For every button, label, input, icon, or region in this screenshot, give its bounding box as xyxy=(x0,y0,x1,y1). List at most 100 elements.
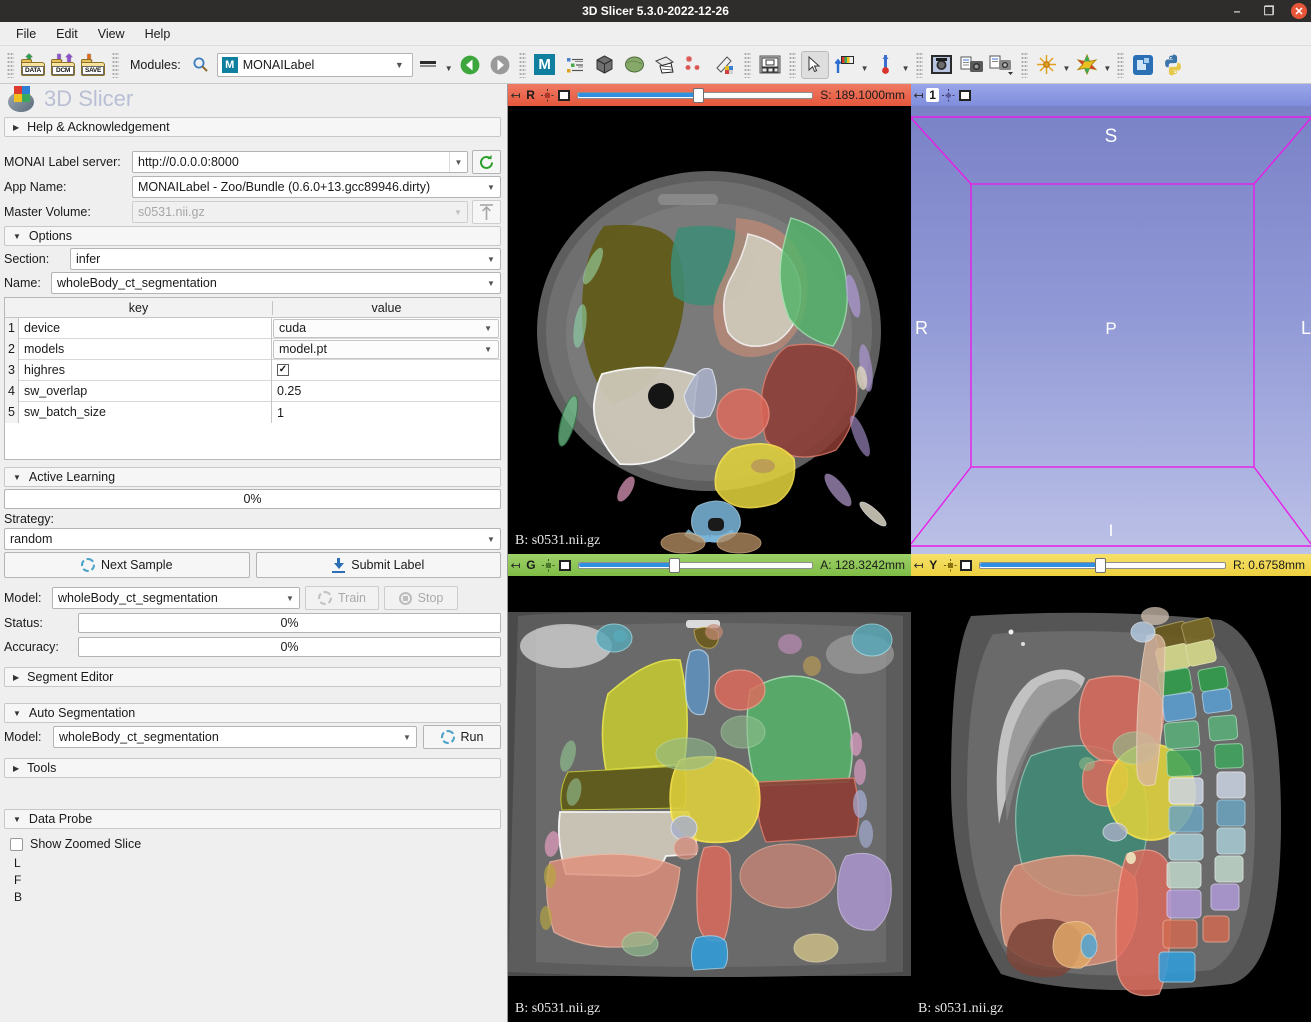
toolbar-grip-4[interactable] xyxy=(743,51,751,78)
name-select[interactable]: wholeBody_ct_segmentation ▼ xyxy=(51,272,501,294)
module-previous-button[interactable] xyxy=(456,51,484,79)
monai-label-icon[interactable]: M xyxy=(531,51,559,79)
chevron-down-icon[interactable]: ▼ xyxy=(482,249,500,269)
close-button[interactable]: ✕ xyxy=(1291,3,1307,19)
slice-view-yellow[interactable]: ↤ Y R: 0.6758mm B: s0531.nii.gz xyxy=(911,554,1311,1022)
toolbar-grip-5[interactable] xyxy=(788,51,796,78)
row-value-checkbox-cell[interactable]: ✓ xyxy=(272,360,500,381)
transforms-icon[interactable] xyxy=(651,51,679,79)
color-icon[interactable] xyxy=(1073,51,1101,79)
color-chevron-icon[interactable]: ▼ xyxy=(1103,64,1111,73)
axial-ct-image[interactable]: B: s0531.nii.gz xyxy=(508,106,911,554)
crosshair-chevron-icon[interactable]: ▼ xyxy=(902,64,910,73)
maximize-button[interactable]: ❐ xyxy=(1259,1,1279,21)
coronal-ct-image[interactable]: B: s0531.nii.gz xyxy=(508,576,911,1022)
slice-view-red[interactable]: ↤ R S: 189.1000mm B: s0531.nii.gz xyxy=(508,84,911,554)
refresh-server-button[interactable] xyxy=(472,150,501,174)
reticle-icon[interactable] xyxy=(943,558,957,572)
module-history-button[interactable] xyxy=(415,51,443,79)
sagittal-ct-image[interactable]: B: s0531.nii.gz xyxy=(911,576,1311,1022)
row-value[interactable]: 1 xyxy=(272,402,500,423)
pin-icon[interactable]: ↤ xyxy=(511,559,521,572)
chevron-down-icon[interactable]: ▼ xyxy=(449,202,467,222)
layout-icon[interactable] xyxy=(756,51,784,79)
row-value[interactable]: 0.25 xyxy=(272,381,500,402)
stop-button[interactable]: Stop xyxy=(384,586,458,610)
capture-icon[interactable] xyxy=(928,51,956,79)
section-active-learning[interactable]: ▼ Active Learning xyxy=(4,467,501,487)
menu-help[interactable]: Help xyxy=(135,25,181,43)
train-model-select[interactable]: wholeBody_ct_segmentation ▼ xyxy=(52,587,300,609)
pin-icon[interactable]: ↤ xyxy=(511,89,521,102)
table-row[interactable]: 5 sw_batch_size 1 xyxy=(5,402,500,423)
module-history-chevron-icon[interactable]: ▼ xyxy=(445,64,453,73)
highres-checkbox[interactable]: ✓ xyxy=(277,364,289,376)
app-name-select[interactable]: MONAILabel - Zoo/Bundle (0.6.0+13.gcc899… xyxy=(132,176,501,198)
chevron-down-icon[interactable]: ▼ xyxy=(482,177,500,197)
maximize-view-icon[interactable] xyxy=(557,89,570,101)
section-tools[interactable]: ▶ Tools xyxy=(4,758,501,778)
auto-model-select[interactable]: wholeBody_ct_segmentation ▼ xyxy=(53,726,417,748)
slice-slider-green[interactable] xyxy=(577,557,814,573)
next-sample-button[interactable]: Next Sample xyxy=(4,552,250,578)
section-options[interactable]: ▼ Options xyxy=(4,226,501,246)
toolbar-grip-2[interactable] xyxy=(112,51,119,78)
python-console-icon[interactable] xyxy=(1159,51,1187,79)
show-zoomed-slice-row[interactable]: Show Zoomed Slice xyxy=(10,837,501,851)
menu-file[interactable]: File xyxy=(6,25,46,43)
annotations-icon[interactable] xyxy=(711,51,739,79)
table-row[interactable]: 1 device cuda ▼ xyxy=(5,317,500,339)
toolbar-grip-8[interactable] xyxy=(1117,51,1125,78)
table-row[interactable]: 3 highres ✓ xyxy=(5,359,500,381)
reticle-icon[interactable] xyxy=(942,88,956,102)
chevron-down-icon[interactable]: ▼ xyxy=(482,273,500,293)
load-dicom-button[interactable]: ⬇⬆ DCM xyxy=(49,51,77,79)
chevron-down-icon[interactable]: ▼ xyxy=(482,529,500,549)
chevron-down-icon[interactable]: ▼ xyxy=(484,324,498,333)
table-row[interactable]: 4 sw_overlap 0.25 xyxy=(5,380,500,402)
row-value-combo[interactable]: cuda ▼ xyxy=(273,318,499,338)
threed-render-area[interactable]: S P I R L xyxy=(911,106,1311,554)
strategy-select[interactable]: random ▼ xyxy=(4,528,501,550)
menu-edit[interactable]: Edit xyxy=(46,25,88,43)
slice-view-green[interactable]: ↤ G A: 128.3242mm B: s0531.nii.gz xyxy=(508,554,911,1022)
slice-slider-yellow[interactable] xyxy=(979,557,1226,573)
maximize-view-icon[interactable] xyxy=(960,559,973,571)
fiducial-chevron-icon[interactable]: ▼ xyxy=(1063,64,1071,73)
screenshot-icon[interactable] xyxy=(958,51,986,79)
toolbar-grip-6[interactable] xyxy=(915,51,923,78)
reticle-icon[interactable] xyxy=(542,558,556,572)
module-next-button[interactable] xyxy=(486,51,514,79)
minimize-button[interactable]: – xyxy=(1227,1,1247,21)
window-level-chevron-icon[interactable]: ▼ xyxy=(861,64,869,73)
module-selector[interactable]: M MONAILabel ▼ xyxy=(216,52,413,77)
section-segment-editor[interactable]: ▶ Segment Editor xyxy=(4,667,501,687)
reticle-icon[interactable] xyxy=(541,88,555,102)
threed-view[interactable]: ↤ 1 S P I R L xyxy=(911,84,1311,554)
chevron-down-icon[interactable]: ▼ xyxy=(398,727,416,747)
section-auto-segmentation[interactable]: ▼ Auto Segmentation xyxy=(4,703,501,723)
crosshair-icon[interactable] xyxy=(872,51,900,79)
server-input[interactable]: http://0.0.0.0:8000 ▼ xyxy=(132,151,468,173)
train-button[interactable]: Train xyxy=(305,586,379,610)
pin-icon[interactable]: ↤ xyxy=(914,89,924,102)
subject-hierarchy-icon[interactable] xyxy=(561,51,589,79)
toolbar-grip-3[interactable] xyxy=(518,51,526,78)
pin-icon[interactable]: ↤ xyxy=(914,559,924,572)
maximize-view-icon[interactable] xyxy=(958,89,971,101)
load-data-button[interactable]: ⬆ DATA xyxy=(19,51,47,79)
run-button[interactable]: Run xyxy=(423,725,501,749)
save-data-button[interactable]: ⬇ SAVE xyxy=(79,51,107,79)
maximize-view-icon[interactable] xyxy=(558,559,571,571)
master-volume-select[interactable]: s0531.nii.gz ▼ xyxy=(132,201,468,223)
markups-icon[interactable] xyxy=(681,51,709,79)
extension-manager-icon[interactable] xyxy=(1129,51,1157,79)
show-zoomed-slice-checkbox[interactable] xyxy=(10,837,23,851)
upload-volume-button[interactable] xyxy=(472,200,501,224)
volume-rendering-icon[interactable] xyxy=(591,51,619,79)
submit-label-button[interactable]: Submit Label xyxy=(255,552,501,578)
chevron-down-icon[interactable]: ▼ xyxy=(449,152,467,172)
models-icon[interactable] xyxy=(621,51,649,79)
chevron-down-icon[interactable]: ▼ xyxy=(484,345,498,354)
table-row[interactable]: 2 models model.pt ▼ xyxy=(5,338,500,360)
